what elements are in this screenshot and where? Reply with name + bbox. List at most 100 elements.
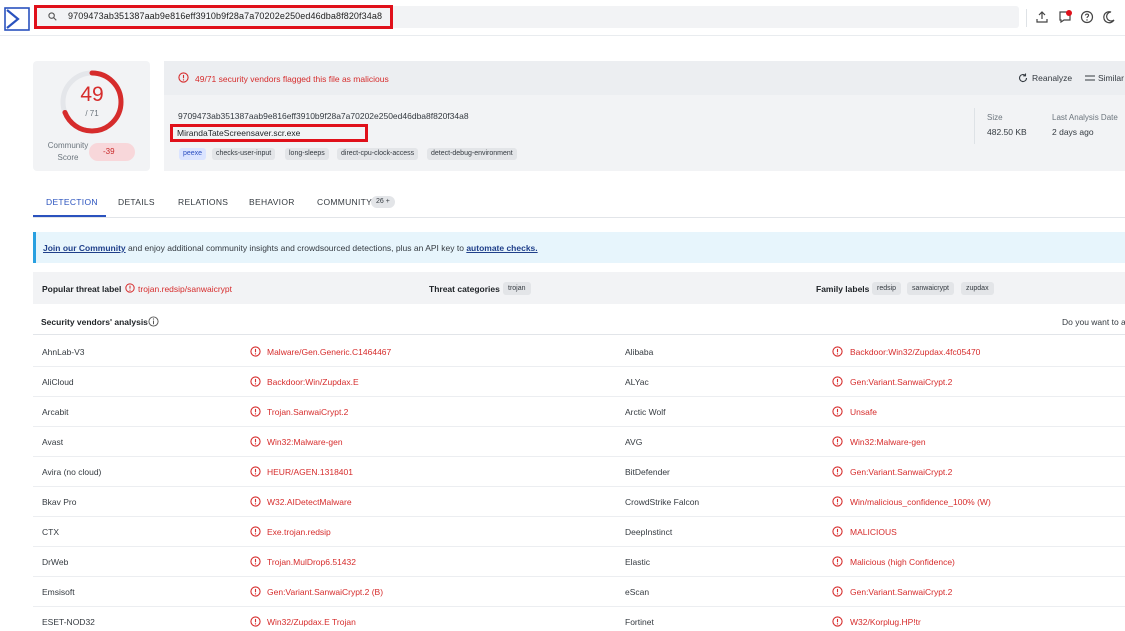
topbar-divider [1026,9,1027,27]
category-chip[interactable]: trojan [503,282,531,295]
last-analysis-value: 2 days ago [1052,127,1094,137]
vendor-name: ALYac [625,377,649,387]
alert-circle-icon [832,346,843,357]
vendor-name: Fortinet [625,617,654,627]
vendor-name: Elastic [625,557,651,567]
alert-circle-icon [832,556,843,567]
vendor-result: Malicious (high Confidence) [850,557,955,567]
vendor-result: Backdoor:Win/Zupdax.E [267,377,359,387]
table-row [33,427,1125,457]
automate-checks-link[interactable]: automate checks. [466,243,537,253]
table-row [33,457,1125,487]
vendor-result: Exe.trojan.redsip [267,527,331,537]
vendor-result: HEUR/AGEN.1318401 [267,467,353,477]
alert-circle-icon [250,496,261,507]
alert-circle-icon [125,283,135,293]
notification-dot [1066,10,1072,16]
upload-icon[interactable] [1035,10,1049,24]
alert-circle-icon [832,406,843,417]
alert-circle-icon [250,406,261,417]
vendor-result: Win/malicious_confidence_100% (W) [850,497,991,507]
theme-toggle-icon[interactable] [1102,10,1116,24]
banner-middle-text: and enjoy additional community insights … [125,243,467,253]
alert-circle-icon [250,376,261,387]
family-chip[interactable]: redsip [872,282,902,295]
vendor-name: DeepInstinct [625,527,673,537]
tag-checks-user-input[interactable]: checks-user-input [212,148,276,160]
table-row [33,517,1125,547]
help-icon[interactable] [1080,10,1094,24]
vendor-result: Win32/Zupdax.E Trojan [267,617,356,627]
alert-circle-icon [250,616,261,627]
alert-circle-icon [250,346,261,357]
file-name: MirandaTateScreensaver.scr.exe [177,128,301,138]
threat-categories-label: Threat categories [429,284,500,294]
tag-long-sleeps[interactable]: long-sleeps [285,148,329,160]
vendor-name: Bkav Pro [42,497,77,507]
vendor-result: Backdoor:Win32/Zupdax.4fc05470 [850,347,981,357]
vendor-name: Avast [42,437,64,447]
vendor-result: Gen:Variant.SanwaiCrypt.2 (B) [267,587,384,597]
vendor-result: Win32:Malware-gen [850,437,926,447]
family-chip[interactable]: zupdax [961,282,994,295]
banner-text: Join our Community and enjoy additional … [43,243,538,253]
file-hash: 9709473ab351387aab9e816eff3910b9f28a7a70… [178,111,469,121]
want-to-prompt[interactable]: Do you want to a [1062,317,1125,327]
detection-summary-text: 49/71 security vendors flagged this file… [195,74,389,84]
table-row [33,367,1125,397]
active-tab-indicator [33,215,106,217]
tag-direct-cpu-clock-access[interactable]: direct-cpu-clock-access [337,148,419,160]
tab-behavior[interactable]: BEHAVIOR [249,197,295,207]
vendor-name: ESET-NOD32 [42,617,95,627]
vendor-name: DrWeb [42,557,69,567]
alert-circle-icon [250,466,261,477]
alert-circle-icon [250,526,261,537]
tab-details[interactable]: DETAILS [118,197,155,207]
alert-circle-icon [832,496,843,507]
alert-circle-icon [832,376,843,387]
table-row [33,577,1125,607]
vendor-result: Unsafe [850,407,877,417]
alert-circle-icon [832,436,843,447]
popular-threat-label: Popular threat label [42,284,122,294]
join-community-link[interactable]: Join our Community [43,243,126,253]
tab-detection[interactable]: DETECTION [46,197,98,207]
logo-icon[interactable] [4,7,30,31]
similar-button[interactable]: Similar [1098,73,1124,83]
vendor-result: Trojan.SanwaiCrypt.2 [267,407,349,417]
popular-threat-value[interactable]: trojan.redsip/sanwaicrypt [138,284,232,294]
meta-divider [974,108,975,144]
vendor-result: Gen:Variant.SanwaiCrypt.2 [850,467,953,477]
table-row [33,607,1125,631]
alert-circle-icon [250,556,261,567]
reanalyze-button[interactable]: Reanalyze [1032,73,1072,83]
tab-community[interactable]: COMMUNITY [317,197,372,207]
tab-relations[interactable]: RELATIONS [178,197,228,207]
size-value: 482.50 KB [987,127,1027,137]
alert-circle-icon [832,466,843,477]
alert-circle-icon [178,72,189,83]
vendor-name: Emsisoft [42,587,75,597]
detection-total: / 71 [85,109,99,118]
vendor-result: W32.AIDetectMalware [267,497,352,507]
vendor-result: Gen:Variant.SanwaiCrypt.2 [850,377,953,387]
vendor-name: Alibaba [625,347,654,357]
vendor-name: eScan [625,587,650,597]
vendor-name: CrowdStrike Falcon [625,497,700,507]
info-icon[interactable] [148,316,159,327]
vendor-name: AliCloud [42,377,74,387]
last-analysis-label: Last Analysis Date [1052,113,1118,122]
detection-score: 49 [80,83,104,106]
community-count-badge: 26 + [371,196,395,208]
vendor-result: W32/Korplug.HP!tr [850,617,921,627]
community-score-label: Community Score [47,141,89,162]
vendor-name: CTX [42,527,59,537]
vendor-name: Arcabit [42,407,69,417]
tag-peexe[interactable]: peexe [179,148,207,160]
reanalyze-icon [1019,73,1028,83]
similar-icon [1085,75,1095,81]
family-chip[interactable]: sanwaicrypt [907,282,954,295]
tag-detect-debug-environment[interactable]: detect-debug-environment [427,148,517,160]
community-score-value[interactable]: -39 [89,143,135,161]
alert-circle-icon [250,586,261,597]
